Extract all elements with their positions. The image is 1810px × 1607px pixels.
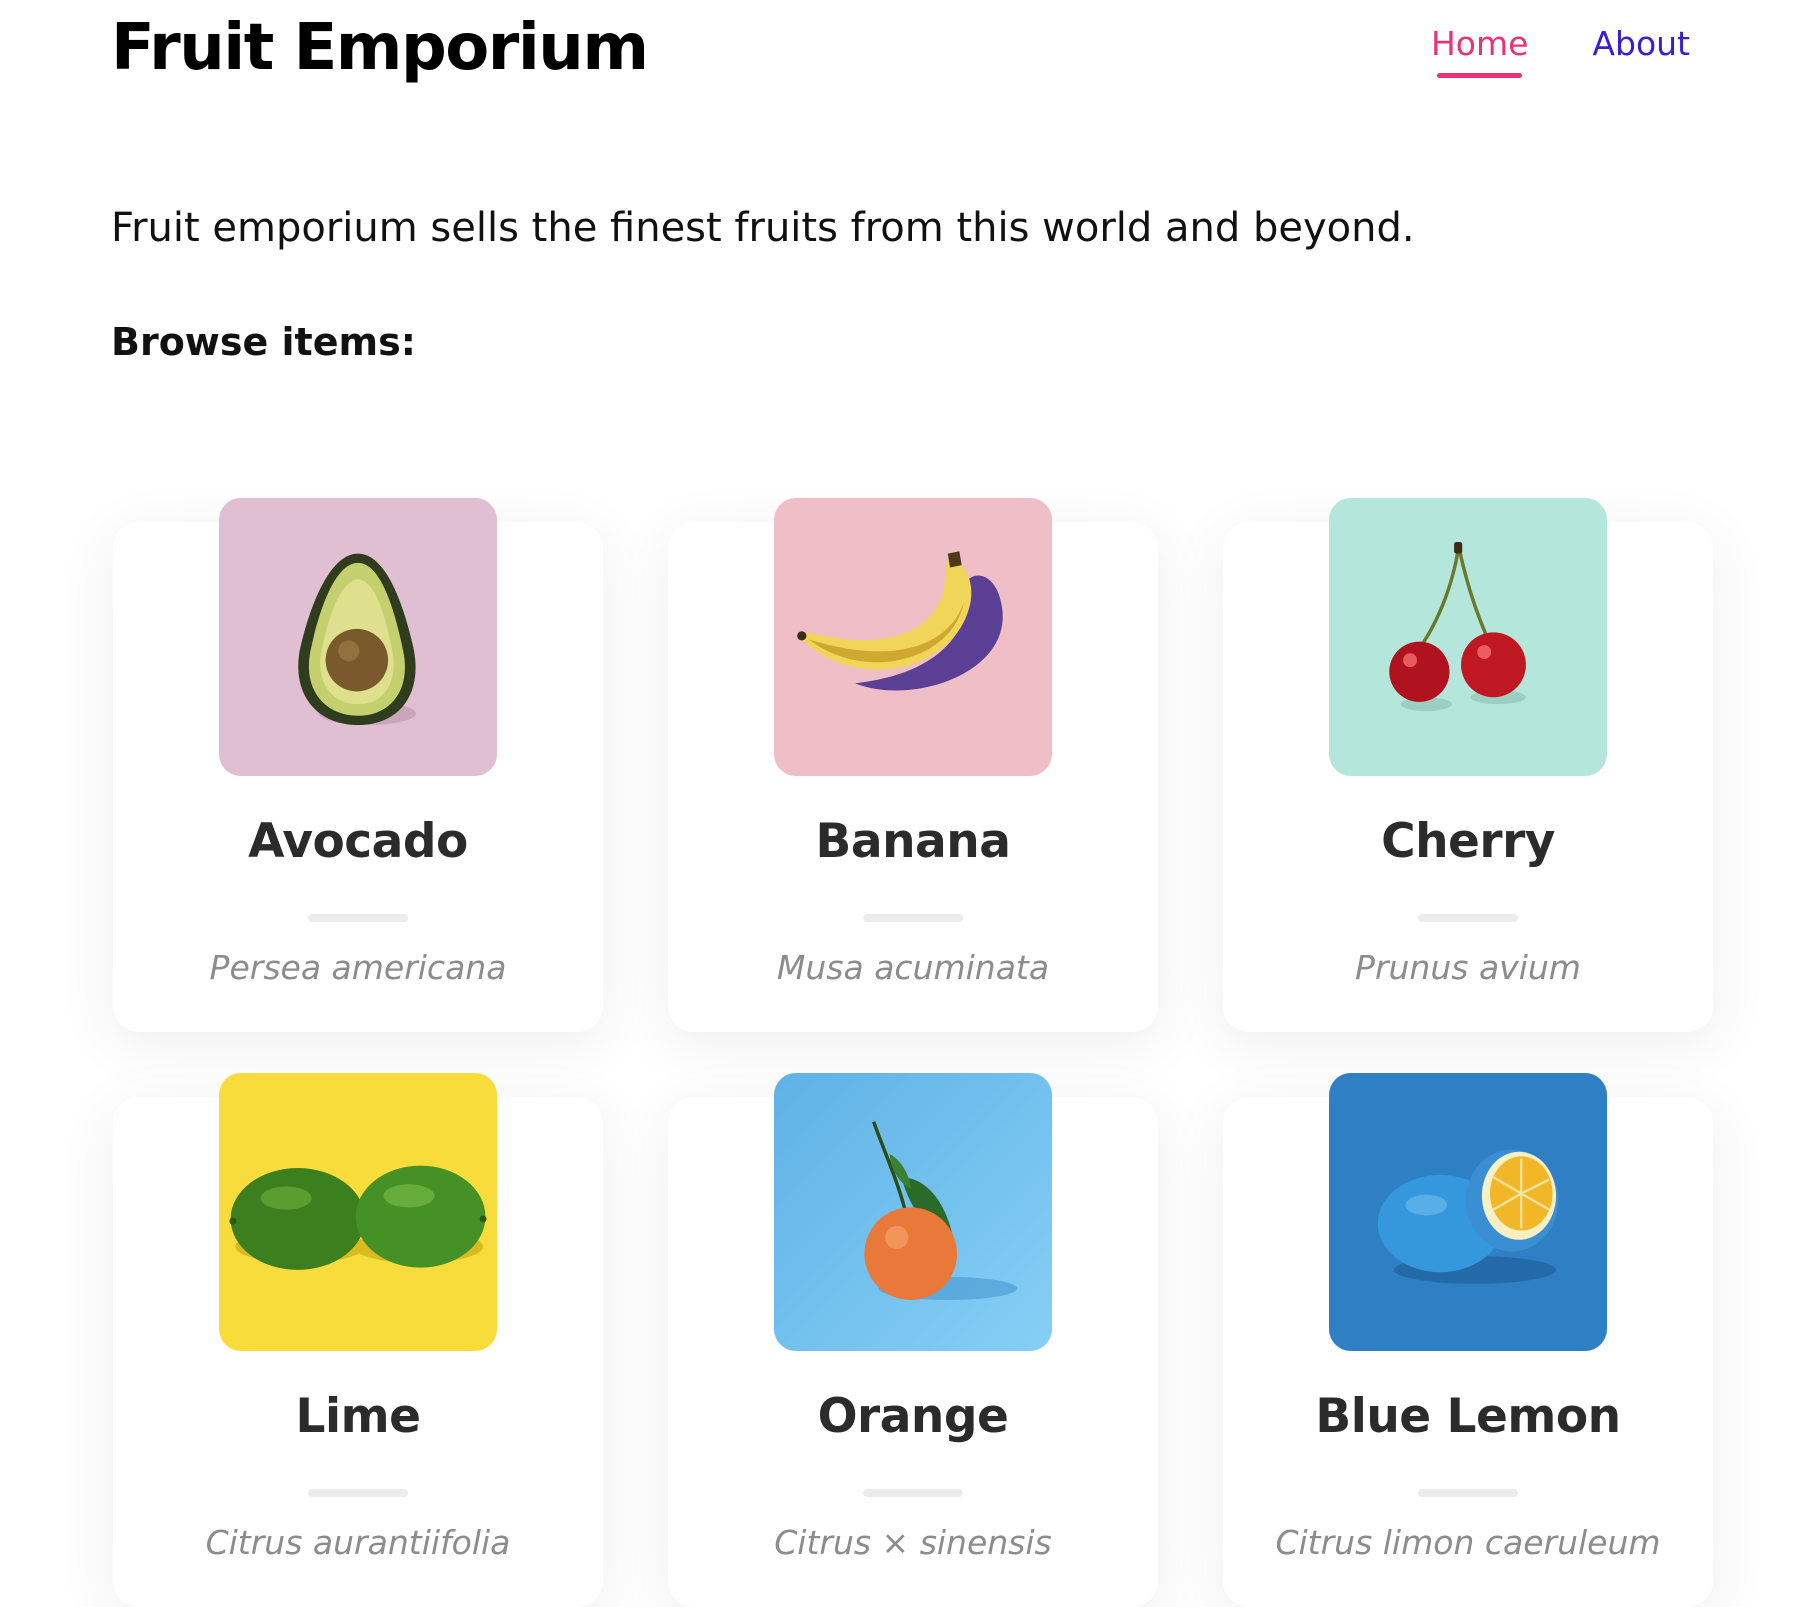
product-name: Avocado (248, 814, 468, 869)
intro-text: Fruit emporium sells the finest fruits f… (111, 205, 1415, 251)
divider (308, 1489, 408, 1497)
nav-home-link[interactable]: Home (1431, 20, 1528, 78)
product-card-avocado[interactable]: Avocado Persea americana (113, 498, 603, 1032)
product-scientific-name: Citrus aurantiifolia (205, 1523, 511, 1562)
product-scientific-name: Persea americana (209, 948, 507, 987)
cherry-icon (1329, 498, 1607, 776)
blue-lemon-icon (1329, 1073, 1607, 1351)
product-name: Blue Lemon (1315, 1389, 1621, 1444)
product-card-blue-lemon[interactable]: Blue Lemon Citrus limon caeruleum (1223, 1073, 1713, 1607)
product-scientific-name: Musa acuminata (776, 948, 1050, 987)
main-nav: Home About (1431, 20, 1690, 78)
product-name: Orange (817, 1389, 1009, 1444)
site-title: Fruit Emporium (111, 11, 649, 85)
product-scientific-name: Citrus × sinensis (774, 1523, 1052, 1562)
product-name: Cherry (1381, 814, 1555, 869)
product-card-banana[interactable]: Banana Musa acuminata (668, 498, 1158, 1032)
blue-lemon-image[interactable] (1329, 1073, 1607, 1351)
banana-icon (774, 498, 1052, 776)
avocado-icon (219, 498, 497, 776)
banana-image[interactable] (774, 498, 1052, 776)
lime-image[interactable] (219, 1073, 497, 1351)
cherry-image[interactable] (1329, 498, 1607, 776)
divider (1418, 914, 1518, 922)
product-scientific-name: Prunus avium (1355, 948, 1581, 987)
avocado-image[interactable] (219, 498, 497, 776)
divider (1418, 1489, 1518, 1497)
divider (863, 1489, 963, 1497)
product-name: Banana (815, 814, 1011, 869)
orange-image[interactable] (774, 1073, 1052, 1351)
divider (308, 914, 408, 922)
nav-about-link[interactable]: About (1592, 20, 1690, 68)
product-name: Lime (295, 1389, 421, 1444)
product-scientific-name: Citrus limon caeruleum (1275, 1523, 1661, 1562)
product-card-lime[interactable]: Lime Citrus aurantiifolia (113, 1073, 603, 1607)
product-grid: Avocado Persea americana Banana Musa acu… (113, 498, 1713, 1607)
product-card-orange[interactable]: Orange Citrus × sinensis (668, 1073, 1158, 1607)
orange-icon (774, 1073, 1052, 1351)
browse-heading: Browse items: (111, 320, 416, 364)
lime-icon (219, 1073, 497, 1351)
divider (863, 914, 963, 922)
product-card-cherry[interactable]: Cherry Prunus avium (1223, 498, 1713, 1032)
